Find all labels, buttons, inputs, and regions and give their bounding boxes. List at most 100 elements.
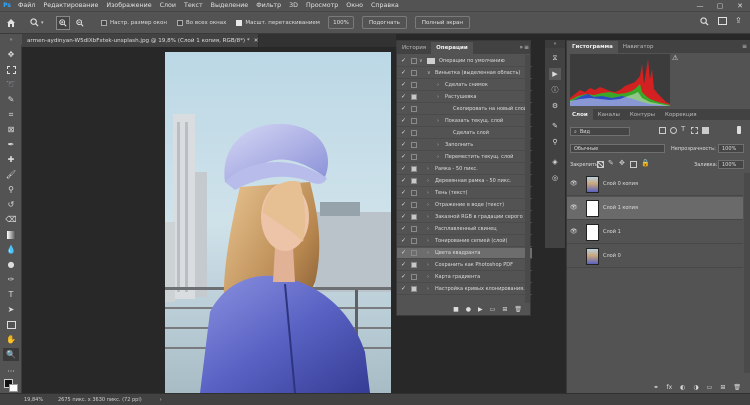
more-tools-icon[interactable]: ··· (3, 365, 19, 378)
layer-name[interactable]: Слой 1 копия (603, 205, 638, 211)
tab-history[interactable]: История (397, 42, 431, 54)
all-windows-box[interactable] (176, 19, 183, 26)
dodge-tool-icon[interactable]: ● (3, 258, 19, 271)
new-set-icon[interactable]: ▭ (490, 306, 496, 313)
action-row[interactable]: ✓ ∨ Операции по умолчанию (397, 56, 532, 67)
filter-shape-icon[interactable] (691, 127, 698, 134)
menu-text[interactable]: Текст (180, 2, 207, 9)
document-tab-close[interactable]: ✕ (254, 38, 259, 44)
brush-tool-icon[interactable]: 🖌 (3, 168, 19, 181)
tab-layers[interactable]: Слои (567, 109, 593, 120)
action-enabled-check[interactable]: ✓ (401, 214, 407, 220)
path-select-tool-icon[interactable]: ➤ (3, 303, 19, 316)
action-enabled-check[interactable]: ✓ (401, 250, 407, 256)
dialog-toggle-icon[interactable] (411, 238, 417, 244)
record-icon[interactable]: ● (466, 306, 471, 313)
layer-row[interactable]: 👁 Слой 1 копия (567, 197, 743, 220)
action-row[interactable]: ✓ › Рамка - 50 пикс. (397, 164, 532, 175)
layer-filter-dropdown[interactable]: ⌕ Вид (570, 127, 630, 136)
quick-select-tool-icon[interactable]: ✎ (3, 93, 19, 106)
delete-layer-icon[interactable]: 🗑 (733, 384, 741, 391)
histogram-warning-icon[interactable]: ⚠ (672, 54, 678, 62)
action-row[interactable]: ✓ ∨ Виньетка (выделенная область) (397, 68, 532, 79)
delete-action-icon[interactable]: 🗑 (514, 306, 522, 313)
dialog-toggle-icon[interactable] (411, 190, 417, 196)
dialog-toggle-icon[interactable] (411, 106, 417, 112)
menu-3d[interactable]: 3D (285, 2, 302, 9)
action-row[interactable]: ✓ › Тонирование сепией (слой) (397, 236, 532, 247)
layer-row[interactable]: 👁 Слой 0 копия (567, 173, 743, 196)
action-row[interactable]: ✓ › Заказной RGB в градации серого (397, 212, 532, 223)
search-icon[interactable] (700, 17, 709, 28)
zoom-tool-icon[interactable]: ▾ (30, 16, 50, 30)
action-enabled-check[interactable]: ✓ (401, 262, 407, 268)
tab-channels[interactable]: Каналы (593, 109, 625, 120)
visibility-eye-icon[interactable]: 👁 (570, 228, 580, 236)
dialog-toggle-icon[interactable] (411, 166, 417, 172)
expand-arrow-icon[interactable]: › (427, 214, 429, 220)
healing-brush-tool-icon[interactable]: ✚ (3, 153, 19, 166)
action-row[interactable]: ✓ › Заполнить (397, 140, 532, 151)
layers-icon[interactable]: ◈ (549, 156, 561, 168)
menu-view[interactable]: Просмотр (302, 2, 342, 9)
scrubby-zoom-checkbox[interactable]: Масшт. перетаскиванием (236, 19, 320, 26)
clone-stamp-tool-icon[interactable]: ⚲ (3, 183, 19, 196)
action-enabled-check[interactable]: ✓ (401, 142, 407, 148)
dialog-toggle-icon[interactable] (411, 274, 417, 280)
status-arrow-icon[interactable]: › (160, 397, 162, 403)
opacity-field[interactable]: 100% (718, 144, 744, 153)
expand-arrow-icon[interactable]: › (437, 118, 439, 124)
menu-help[interactable]: Справка (367, 2, 403, 9)
channels-icon[interactable]: ◎ (549, 172, 561, 184)
frame-tool-icon[interactable]: ⊠ (3, 123, 19, 136)
clone-source-icon[interactable]: ⚲ (549, 136, 561, 148)
lock-all-icon[interactable]: 🔒 (641, 159, 650, 167)
dialog-toggle-icon[interactable] (411, 58, 417, 64)
expand-arrow-icon[interactable]: › (427, 274, 429, 280)
dialog-toggle-icon[interactable] (411, 250, 417, 256)
layer-name[interactable]: Слой 0 (603, 253, 621, 259)
layer-style-icon[interactable]: fx (667, 384, 673, 391)
action-enabled-check[interactable]: ✓ (401, 202, 407, 208)
fullscreen-button[interactable]: Полный экран (414, 16, 470, 29)
add-mask-icon[interactable]: ◐ (680, 384, 685, 391)
expand-arrow-icon[interactable]: › (437, 154, 439, 160)
type-tool-icon[interactable]: T (3, 288, 19, 301)
expand-arrow-icon[interactable]: › (427, 166, 429, 172)
action-row[interactable]: ✓ › Карта градиента (397, 272, 532, 283)
action-enabled-check[interactable]: ✓ (401, 130, 407, 136)
zoom-in-icon[interactable] (56, 15, 70, 30)
eyedropper-tool-icon[interactable]: ✒ (3, 138, 19, 151)
fill-field[interactable]: 100% (718, 160, 744, 169)
action-enabled-check[interactable]: ✓ (401, 58, 407, 64)
visibility-eye-icon[interactable]: 👁 (570, 204, 580, 212)
layer-name[interactable]: Слой 1 (603, 229, 621, 235)
zoom-tool-icon-active[interactable]: 🔍 (3, 348, 19, 361)
action-enabled-check[interactable]: ✓ (401, 118, 407, 124)
resize-windows-box[interactable] (101, 19, 107, 26)
gradient-tool-icon[interactable] (3, 228, 19, 241)
action-row[interactable]: ✓ › Показать текущ. слой (397, 116, 532, 127)
lasso-tool-icon[interactable]: ➰ (3, 78, 19, 91)
action-row[interactable]: ✓ › Сохранить как Photoshop PDF (397, 260, 532, 271)
action-row[interactable]: ✓ Сделать слой (397, 128, 532, 139)
expand-arrow-icon[interactable]: ∨ (427, 70, 431, 76)
action-row[interactable]: ✓ › Цвета квадранта (397, 248, 532, 259)
blur-tool-icon[interactable]: 💧 (3, 243, 19, 256)
crop-tool-icon[interactable]: ⌗ (3, 108, 19, 121)
blend-mode-dropdown[interactable]: Обычные (570, 144, 665, 153)
action-enabled-check[interactable]: ✓ (401, 238, 407, 244)
expand-arrow-icon[interactable]: › (427, 226, 429, 232)
expand-arrow-icon[interactable]: › (427, 262, 429, 268)
dialog-toggle-icon[interactable] (411, 178, 417, 184)
info-icon[interactable]: ⓘ (549, 84, 561, 96)
filter-adjust-icon[interactable] (670, 127, 677, 134)
histogram-menu-icon[interactable]: ≡ (742, 43, 747, 50)
action-enabled-check[interactable]: ✓ (401, 154, 407, 160)
history-brush-tool-icon[interactable]: ↺ (3, 198, 19, 211)
panel-menu-icon[interactable]: ≡ (524, 44, 529, 51)
menu-select[interactable]: Выделение (207, 2, 253, 9)
expand-arrow-icon[interactable]: › (427, 250, 429, 256)
dialog-toggle-icon[interactable] (411, 70, 417, 76)
action-row[interactable]: ✓ Скопировать на новый слой (397, 104, 532, 115)
